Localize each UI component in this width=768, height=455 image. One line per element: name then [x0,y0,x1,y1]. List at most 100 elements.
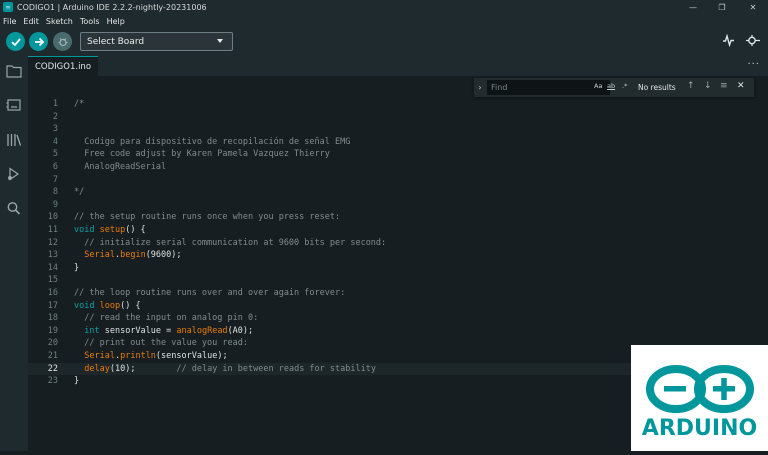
line-text: Serial.begin(9600); [74,249,181,262]
line-text: Codigo para dispositivo de recopilación … [74,136,350,149]
menu-bar: File Edit Sketch Tools Help [0,14,768,29]
toolbar: Select Board [0,29,768,56]
code-token: // initialize serial communication at 96… [74,237,387,248]
tab-codigo1[interactable]: CODIGO1.ino [28,56,99,76]
previous-match-icon[interactable]: ↑ [687,81,695,91]
regex-icon[interactable]: .* [622,82,627,90]
code-line[interactable]: 17 void loop() { [28,300,768,313]
line-number: 10 [47,212,58,223]
code-line[interactable]: 5 Free code adjust by Karen Pamela Vazqu… [28,148,768,161]
find-widget: › Aa ab .* No results ↑ ↓ ≡ ✕ [474,78,754,97]
line-number: 6 [52,162,58,172]
close-button[interactable]: ✕ [738,0,768,14]
board-selector[interactable]: Select Board [80,32,233,51]
code-line[interactable]: 10 // the setup routine runs once when yo… [28,211,768,224]
code-token: delay [84,363,110,374]
code-line[interactable]: 12 // initialize serial communication at… [28,237,768,250]
line-number: 9 [52,199,58,210]
debug-panel-button[interactable] [5,165,23,183]
close-find-icon[interactable]: ✕ [737,81,745,91]
boards-manager-button[interactable] [5,96,23,114]
line-number: 7 [52,174,58,185]
code-line[interactable]: 8 */ [28,186,768,199]
line-text: // the loop routine runs over and over a… [74,287,345,300]
line-text: } [74,375,79,388]
code-token: AnalogReadSerial [74,162,167,172]
serial-plotter-button[interactable] [722,33,735,50]
line-text: void setup() { [74,224,146,237]
line-text: Serial.println(sensorValue); [74,350,227,363]
menu-tools[interactable]: Tools [80,17,100,26]
code-token: (10); [109,363,177,374]
code-line[interactable]: 2 [28,111,768,124]
maximize-button[interactable]: ❐ [707,0,737,14]
serial-monitor-button[interactable] [745,34,761,50]
match-case-icon[interactable]: Aa [594,82,602,90]
menu-edit[interactable]: Edit [23,17,39,26]
line-text: delay(10); // delay in between reads for… [74,363,376,376]
code-token: Serial [84,250,115,261]
debug-icon [58,37,67,46]
code-token: // print out the value you read: [74,338,248,349]
code-line[interactable]: 16 // the loop routine runs over and over… [28,287,768,300]
find-input[interactable] [487,80,610,95]
serial-monitor-icon [746,35,760,46]
line-text: int sensorValue = analogRead(A0); [74,325,253,338]
find-in-selection-icon[interactable]: ≡ [720,81,728,91]
code-token: (A0); [227,325,254,336]
code-line[interactable]: 1 /* [28,98,768,111]
title-bar: ∞ CODIGO1 | Arduino IDE 2.2.2-nightly-20… [0,0,768,14]
code-line[interactable]: 15 [28,274,768,287]
line-number: 19 [47,325,58,336]
minimize-button[interactable]: — [678,0,708,14]
sketchbook-button[interactable] [5,62,23,80]
whole-word-icon[interactable]: ab [607,82,615,90]
more-actions-icon[interactable]: ··· [747,59,760,70]
sketchbook-icon [6,65,22,78]
debug-panel-icon [8,167,20,181]
code-token: // the setup routine runs once when you … [74,212,341,223]
code-token: // the loop routine runs over and over a… [74,288,346,298]
toggle-replace-icon[interactable]: › [474,83,486,92]
line-text: void loop() { [74,300,141,313]
line-number: 21 [47,351,58,361]
line-number: 15 [47,275,58,286]
line-number: 20 [47,338,58,349]
code-line[interactable]: 6 AnalogReadSerial [28,161,768,174]
code-line[interactable]: 4 Codigo para dispositivo de recopilació… [28,136,768,149]
line-text: */ [74,186,84,199]
upload-button[interactable] [29,32,48,51]
menu-help[interactable]: Help [107,17,125,26]
menu-sketch[interactable]: Sketch [46,17,73,26]
next-match-icon[interactable]: ↓ [704,81,712,91]
code-line[interactable]: 11 void setup() { [28,224,768,237]
arrow-right-icon [34,37,44,46]
window-title: CODIGO1 | Arduino IDE 2.2.2-nightly-2023… [17,2,207,12]
line-number: 4 [52,136,58,147]
code-line[interactable]: 13 Serial.begin(9600); [28,249,768,262]
code-line[interactable]: 14} [28,262,768,275]
code-line[interactable]: 9 [28,199,768,212]
code-line[interactable]: 7 [28,174,768,187]
code-line[interactable]: 3 [28,123,768,136]
search-button[interactable] [5,199,23,217]
code-token: // delay in between reads for stability [176,363,376,374]
verify-button[interactable] [6,32,25,51]
code-line[interactable]: 19 int sensorValue = analogRead(A0); [28,325,768,338]
menu-file[interactable]: File [3,17,16,26]
code-token: Serial [84,351,115,361]
line-text: // read the input on analog pin 0: [74,312,258,325]
code-token: loop [99,300,121,311]
line-number: 1 [52,99,58,109]
line-number: 23 [47,376,58,387]
code-line[interactable]: 18 // read the input on analog pin 0: [28,312,768,325]
line-text: // initialize serial communication at 96… [74,237,386,250]
debug-button[interactable] [53,32,72,51]
arduino-app-icon: ∞ [3,2,13,12]
tab-bar: CODIGO1.ino ··· [28,56,768,76]
library-manager-button[interactable] [5,131,23,149]
